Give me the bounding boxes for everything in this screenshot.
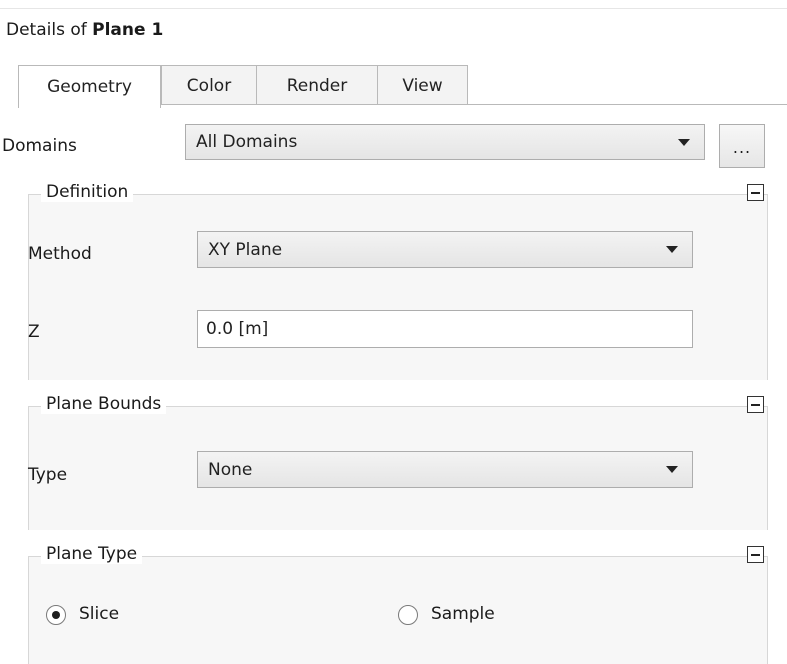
tab-color-label: Color: [186, 75, 232, 96]
method-value: XY Plane: [208, 239, 283, 260]
definition-group: Definition: [28, 182, 768, 380]
domains-label: Domains: [2, 136, 77, 156]
dropdown-arrow-icon: [666, 466, 678, 473]
tab-view[interactable]: View: [377, 65, 468, 105]
plane-bounds-title: Plane Bounds: [41, 394, 167, 414]
domains-dropdown[interactable]: All Domains: [185, 124, 705, 160]
tab-color[interactable]: Color: [161, 65, 257, 105]
tab-geometry-label: Geometry: [47, 77, 132, 97]
tab-render-label: Render: [286, 75, 348, 96]
top-divider: [0, 8, 787, 9]
method-label: Method: [28, 244, 92, 264]
tab-geometry[interactable]: Geometry: [18, 65, 161, 108]
plane-type-title: Plane Type: [41, 544, 143, 564]
sample-radio-label: Sample: [431, 604, 495, 624]
panel-title-prefix: Details of: [6, 20, 87, 40]
dropdown-arrow-icon: [666, 246, 678, 253]
type-dropdown[interactable]: None: [197, 451, 693, 488]
type-value: None: [208, 459, 253, 480]
domains-more-button[interactable]: ...: [719, 124, 765, 168]
slice-radio[interactable]: [46, 605, 66, 625]
domains-value: All Domains: [196, 132, 298, 152]
sample-radio[interactable]: [398, 605, 418, 625]
panel-title-object: Plane 1: [92, 20, 164, 40]
collapse-minus-icon[interactable]: [747, 184, 764, 201]
slice-radio-label: Slice: [79, 604, 120, 624]
tab-view-label: View: [402, 75, 443, 96]
tab-render[interactable]: Render: [256, 65, 378, 105]
more-button-label: ...: [732, 138, 752, 157]
collapse-minus-icon[interactable]: [747, 396, 764, 413]
z-input[interactable]: 0.0 [m]: [197, 310, 693, 348]
collapse-minus-icon[interactable]: [747, 546, 764, 563]
definition-title: Definition: [41, 182, 134, 202]
z-value: 0.0 [m]: [206, 319, 269, 339]
z-label: Z: [28, 322, 40, 342]
panel-title: Details of Plane 1: [6, 20, 163, 40]
method-dropdown[interactable]: XY Plane: [197, 231, 693, 268]
type-label: Type: [28, 465, 68, 485]
dropdown-arrow-icon: [678, 139, 690, 146]
